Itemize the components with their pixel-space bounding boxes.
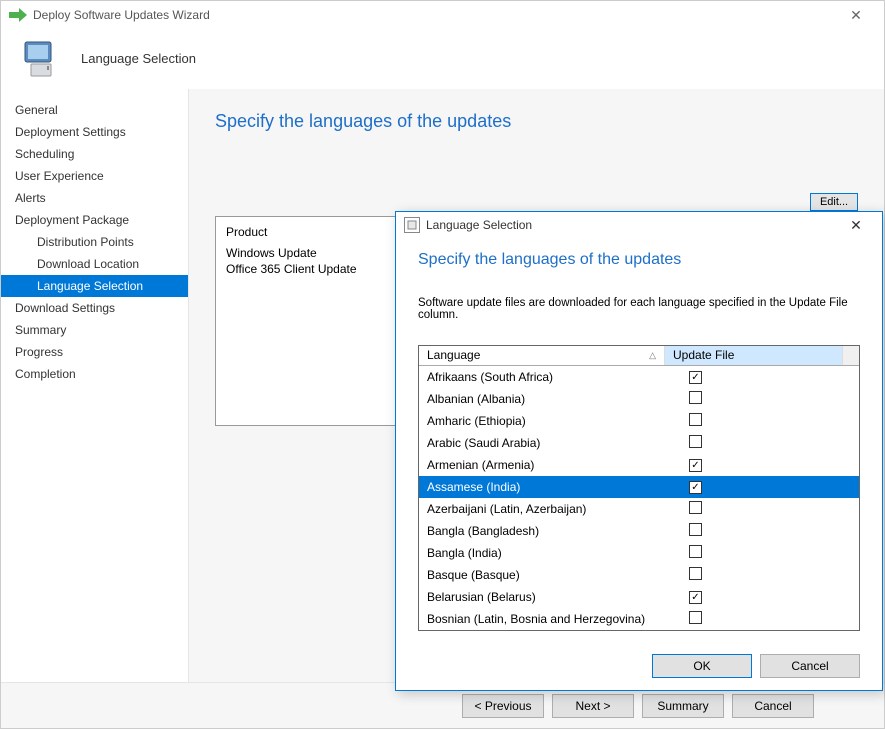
update-file-checkbox[interactable] [689,545,702,558]
language-name: Afrikaans (South Africa) [419,370,681,384]
wizard-window: Deploy Software Updates Wizard ✕ Languag… [0,0,885,729]
dialog-description: Software update files are downloaded for… [418,297,860,321]
language-name: Belarusian (Belarus) [419,590,681,604]
product-row[interactable]: Office 365 Client Update [226,261,422,277]
sidebar-item[interactable]: Summary [1,319,188,341]
sidebar-item[interactable]: Completion [1,363,188,385]
sidebar-item[interactable]: Distribution Points [1,231,188,253]
dialog-body: Specify the languages of the updates Sof… [396,239,882,643]
summary-button[interactable]: Summary [642,694,724,718]
language-name: Assamese (India) [419,480,681,494]
cancel-button[interactable]: Cancel [732,694,814,718]
language-name: Basque (Basque) [419,568,681,582]
update-file-cell [681,435,859,451]
sort-ascending-icon: △ [649,350,656,361]
wizard-arrow-icon [9,8,27,22]
update-file-checkbox[interactable] [689,435,702,448]
language-name: Albanian (Albania) [419,392,681,406]
sidebar-item[interactable]: General [1,99,188,121]
language-table-body[interactable]: Afrikaans (South Africa) ✓ Albanian (Alban… [419,366,859,630]
update-file-checkbox[interactable] [689,391,702,404]
dialog-cancel-button[interactable]: Cancel [760,654,860,678]
language-selection-dialog: Language Selection ✕ Specify the languag… [395,211,883,691]
sidebar-item[interactable]: Download Settings [1,297,188,319]
language-row[interactable]: Bangla (India) [419,542,859,564]
product-row[interactable]: Windows Update [226,245,422,261]
language-name: Bosnian (Latin, Bosnia and Herzegovina) [419,612,681,626]
language-row[interactable]: Bangla (Bangladesh) [419,520,859,542]
language-name: Arabic (Saudi Arabia) [419,436,681,450]
update-file-cell: ✓ [681,479,859,495]
update-file-cell [681,413,859,429]
update-file-checkbox[interactable]: ✓ [689,371,702,384]
language-name: Armenian (Armenia) [419,458,681,472]
wizard-header: Language Selection [1,29,884,89]
language-row[interactable]: Arabic (Saudi Arabia) [419,432,859,454]
sidebar-item[interactable]: Deployment Package [1,209,188,231]
window-close-button[interactable]: ✕ [836,7,876,24]
dialog-footer: OK Cancel [396,643,882,690]
language-row[interactable]: Amharic (Ethiopia) [419,410,859,432]
sidebar-item[interactable]: User Experience [1,165,188,187]
previous-button[interactable]: < Previous [462,694,544,718]
update-file-cell: ✓ [681,369,859,385]
window-title: Deploy Software Updates Wizard [33,8,210,22]
update-file-column-header[interactable]: Update File [665,346,843,365]
update-file-checkbox[interactable]: ✓ [689,591,702,604]
language-row[interactable]: Basque (Basque) [419,564,859,586]
update-file-cell [681,611,859,627]
update-file-cell [681,567,859,583]
sidebar-item[interactable]: Language Selection [1,275,188,297]
product-header: Product [226,225,422,239]
computer-icon [21,40,61,78]
next-button[interactable]: Next > [552,694,634,718]
update-file-checkbox[interactable] [689,567,702,580]
main-heading: Specify the languages of the updates [215,111,858,132]
update-file-cell [681,391,859,407]
wizard-sidebar: GeneralDeployment SettingsSchedulingUser… [1,89,189,682]
language-row[interactable]: Armenian (Armenia) ✓ [419,454,859,476]
ok-button[interactable]: OK [652,654,752,678]
language-row[interactable]: Afrikaans (South Africa) ✓ [419,366,859,388]
update-file-checkbox[interactable]: ✓ [689,459,702,472]
update-file-cell [681,501,859,517]
sidebar-item[interactable]: Scheduling [1,143,188,165]
update-file-cell [681,545,859,561]
sidebar-item[interactable]: Deployment Settings [1,121,188,143]
update-file-checkbox[interactable] [689,413,702,426]
update-file-checkbox[interactable] [689,501,702,514]
language-row[interactable]: Belarusian (Belarus) ✓ [419,586,859,608]
language-column-header[interactable]: Language △ [419,346,665,365]
language-table: Language △ Update File Afrikaans (South … [418,345,860,631]
language-name: Bangla (India) [419,546,681,560]
edit-button[interactable]: Edit... [810,193,858,211]
dialog-app-icon [404,217,420,233]
update-file-cell [681,523,859,539]
update-file-checkbox[interactable] [689,523,702,536]
dialog-title: Language Selection [426,218,532,232]
sidebar-item[interactable]: Alerts [1,187,188,209]
dialog-heading: Specify the languages of the updates [418,251,860,269]
language-row[interactable]: Assamese (India) ✓ [419,476,859,498]
titlebar: Deploy Software Updates Wizard ✕ [1,1,884,29]
language-row[interactable]: Bosnian (Latin, Bosnia and Herzegovina) [419,608,859,630]
language-name: Azerbaijani (Latin, Azerbaijan) [419,502,681,516]
sidebar-item[interactable]: Progress [1,341,188,363]
update-file-cell: ✓ [681,589,859,605]
language-row[interactable]: Albanian (Albania) [419,388,859,410]
update-file-cell: ✓ [681,457,859,473]
dialog-titlebar: Language Selection ✕ [396,212,882,239]
language-row[interactable]: Azerbaijani (Latin, Azerbaijan) [419,498,859,520]
sidebar-item[interactable]: Download Location [1,253,188,275]
language-table-header: Language △ Update File [419,346,859,366]
update-file-checkbox[interactable]: ✓ [689,481,702,494]
dialog-close-button[interactable]: ✕ [838,217,874,234]
page-title: Language Selection [81,51,196,66]
language-name: Bangla (Bangladesh) [419,524,681,538]
language-column-label: Language [427,348,480,362]
language-name: Amharic (Ethiopia) [419,414,681,428]
scrollbar-header-spacer [843,346,859,365]
update-file-checkbox[interactable] [689,611,702,624]
